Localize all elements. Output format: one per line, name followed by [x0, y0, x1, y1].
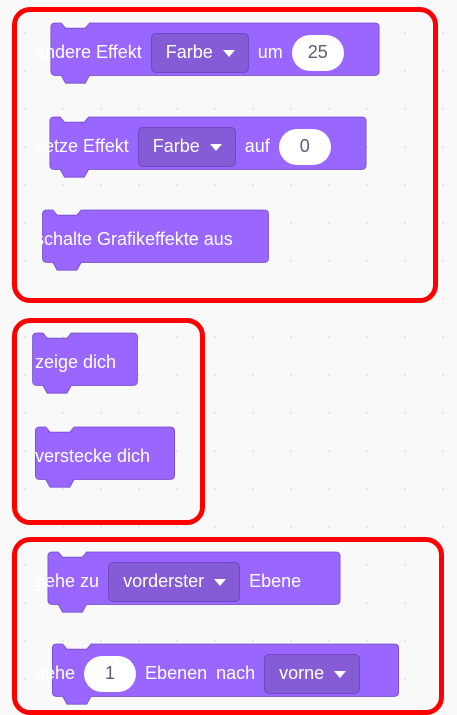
layer-dropdown[interactable]: vorderster — [108, 561, 241, 602]
show-label: zeige dich — [35, 352, 117, 372]
go-label: gehe — [35, 663, 76, 683]
caret-down-icon — [334, 671, 347, 678]
hide-label: verstecke dich — [35, 446, 151, 466]
change-amount-input[interactable]: 25 — [291, 34, 344, 71]
direction-dropdown[interactable]: vorne — [264, 653, 361, 694]
layer-dropdown-value: vorderster — [123, 571, 205, 591]
change-effect-label: ändere Effekt — [35, 42, 142, 62]
effect-dropdown-value: Farbe — [152, 136, 200, 156]
go-layers-block[interactable]: gehe 1 Ebenen nach vorne — [24, 643, 427, 705]
direction-label: nach — [216, 663, 256, 683]
clear-graphic-effects-label: schalte Grafikeffekte aus — [35, 229, 233, 249]
effect-dropdown[interactable]: Farbe — [150, 32, 249, 73]
direction-dropdown-value: vorne — [279, 663, 325, 683]
effect-dropdown[interactable]: Farbe — [137, 126, 236, 167]
go-to-label: gehe zu — [35, 571, 100, 591]
layers-count-input[interactable]: 1 — [84, 655, 137, 692]
caret-down-icon — [222, 50, 235, 57]
change-effect-block[interactable]: ändere Effekt Farbe um 25 — [24, 22, 406, 84]
set-effect-block[interactable]: setze Effekt Farbe auf 0 — [24, 116, 392, 178]
by-label: um — [257, 42, 283, 62]
to-label: auf — [244, 136, 270, 156]
block-palette: ändere Effekt Farbe um 25 setze Effekt F… — [0, 0, 457, 715]
layer-label: Ebene — [249, 571, 302, 591]
effect-dropdown-value: Farbe — [165, 42, 213, 62]
show-block[interactable]: zeige dich — [24, 332, 146, 394]
set-effect-label: setze Effekt — [35, 136, 129, 156]
caret-down-icon — [214, 579, 227, 586]
go-to-layer-block[interactable]: gehe zu vorderster Ebene — [24, 551, 364, 613]
hide-block[interactable]: verstecke dich — [24, 426, 186, 488]
set-value-input[interactable]: 0 — [278, 128, 331, 165]
clear-graphic-effects-block[interactable]: schalte Grafikeffekte aus — [24, 209, 287, 271]
layers-label: Ebenen — [145, 663, 208, 683]
caret-down-icon — [209, 144, 222, 151]
